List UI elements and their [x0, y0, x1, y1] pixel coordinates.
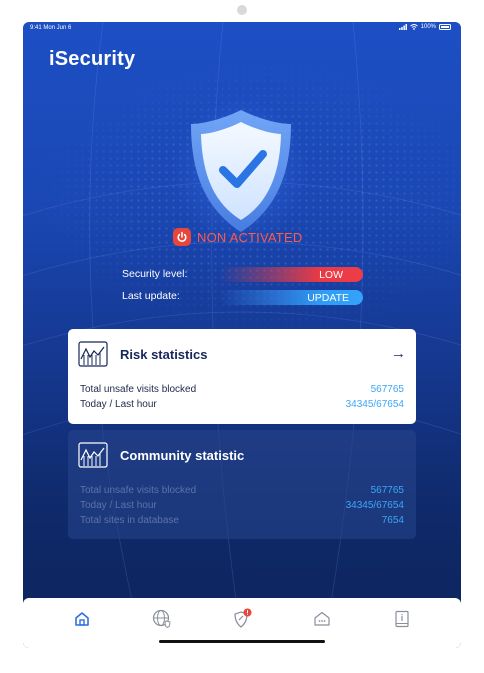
app-screen: 9:41 Mon Jun 6 100% iSecurity NON ACTIVA…	[23, 22, 461, 648]
tab-home[interactable]	[71, 608, 93, 630]
risk-row: Today / Last hour 34345/67654	[80, 399, 404, 410]
home-indicator[interactable]	[159, 640, 325, 643]
arrow-right-icon[interactable]: →	[391, 345, 406, 362]
shield-check-icon	[191, 110, 291, 232]
risk-row-label: Total unsafe visits blocked	[80, 384, 197, 395]
alert-shield-icon	[234, 608, 252, 628]
chart-icon	[78, 341, 108, 367]
community-card-title: Community statistic	[120, 448, 245, 463]
info-book-icon	[395, 610, 409, 628]
risk-row-label: Today / Last hour	[80, 399, 157, 410]
tab-web-protection[interactable]	[151, 608, 173, 630]
security-level-value: LOW	[319, 268, 343, 281]
tab-threats[interactable]	[231, 608, 253, 630]
community-row-value: 7654	[381, 515, 404, 526]
community-row-label: Total sites in database	[80, 515, 179, 526]
activation-status[interactable]: NON ACTIVATED	[173, 228, 302, 246]
community-row: Today / Last hour 34345/67654	[80, 500, 404, 511]
update-button[interactable]: UPDATE	[219, 290, 363, 305]
tab-bar	[23, 598, 461, 648]
status-time: 9:41 Mon Jun 6	[30, 25, 72, 31]
status-bar: 9:41 Mon Jun 6 100%	[23, 22, 461, 34]
wifi-icon	[409, 24, 418, 30]
community-row: Total unsafe visits blocked 567765	[80, 485, 404, 496]
community-row-label: Total unsafe visits blocked	[80, 485, 197, 496]
app-title: iSecurity	[49, 48, 136, 70]
risk-row-value: 34345/67654	[345, 399, 404, 410]
front-camera	[237, 5, 247, 15]
risk-card-title: Risk statistics	[120, 347, 208, 362]
status-indicators: 100%	[398, 24, 451, 30]
community-statistic-card[interactable]: Community statistic Total unsafe visits …	[68, 430, 416, 539]
globe-shield-icon	[152, 609, 171, 629]
community-row-value: 34345/67654	[345, 500, 404, 511]
tab-info[interactable]	[391, 608, 413, 630]
signal-icon	[398, 24, 407, 30]
security-level-label: Security level:	[122, 268, 188, 280]
chart-icon	[78, 442, 108, 468]
risk-row: Total unsafe visits blocked 567765	[80, 384, 404, 395]
update-button-label: UPDATE	[307, 291, 349, 304]
community-row: Total sites in database 7654	[80, 515, 404, 526]
last-update-label: Last update:	[122, 290, 180, 302]
risk-row-value: 567765	[370, 384, 404, 395]
community-row-value: 567765	[370, 485, 404, 496]
power-icon[interactable]	[173, 228, 191, 246]
home-more-icon	[314, 611, 330, 626]
home-icon	[75, 612, 89, 626]
community-row-label: Today / Last hour	[80, 500, 157, 511]
security-level-badge: LOW	[219, 267, 363, 282]
tab-home-network[interactable]	[311, 608, 333, 630]
battery-percent: 100%	[420, 24, 436, 30]
battery-icon	[439, 24, 451, 30]
activation-label: NON ACTIVATED	[197, 229, 303, 245]
risk-statistics-card[interactable]: Risk statistics → Total unsafe visits bl…	[68, 329, 416, 424]
